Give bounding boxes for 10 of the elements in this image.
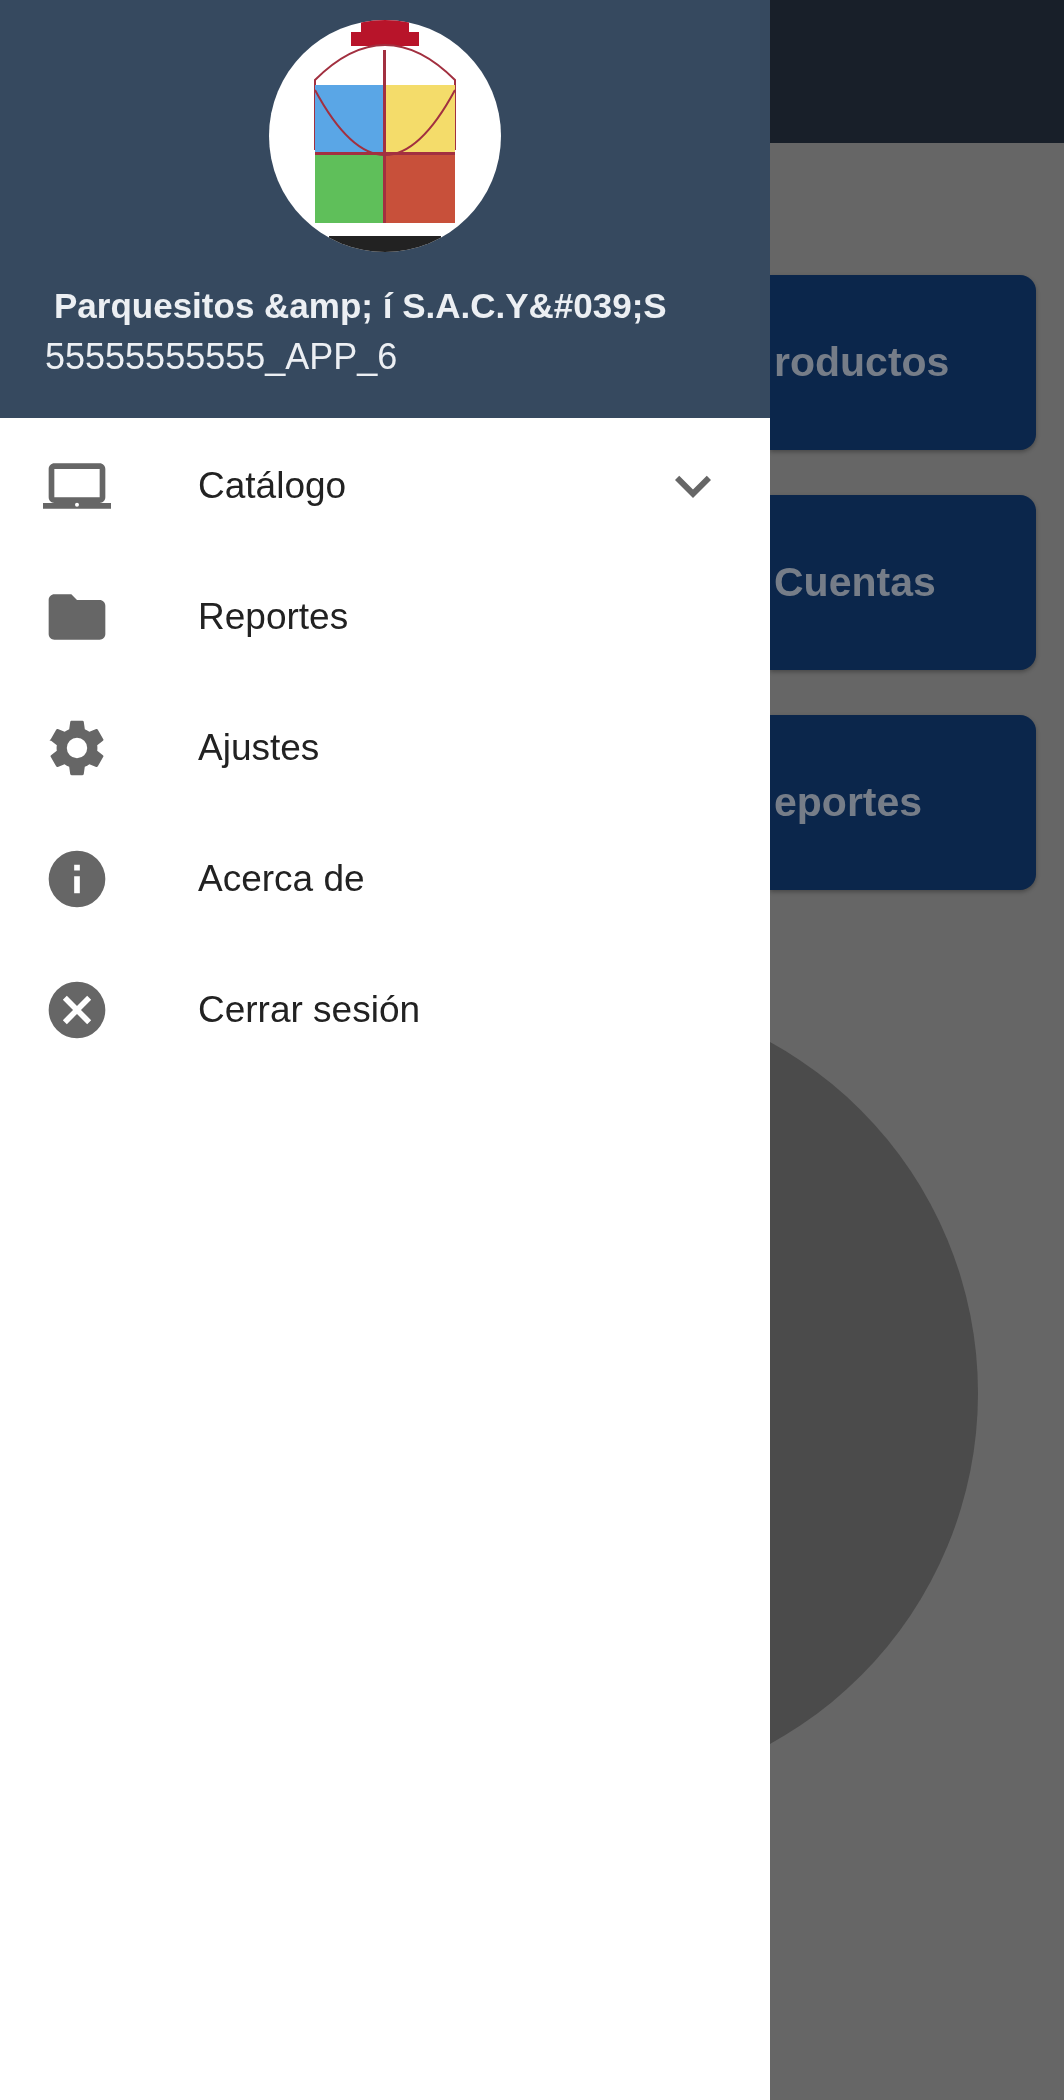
menu-item[interactable]: Ajustes	[0, 682, 770, 813]
account-id: 55555555555_APP_6	[45, 336, 399, 378]
menu-item[interactable]: Cerrar sesión	[0, 944, 770, 1075]
menu-card[interactable]: Cuentas	[770, 495, 1036, 670]
menu-item[interactable]: Catálogo	[0, 420, 770, 551]
company-name: Parquesitos &amp; í S.A.C.Y&#039;S	[54, 286, 668, 326]
menu-item[interactable]: Reportes	[0, 551, 770, 682]
menu-card[interactable]: eportes	[770, 715, 1036, 890]
menu-card[interactable]: roductos	[770, 275, 1036, 450]
menu-item[interactable]: Acerca de	[0, 813, 770, 944]
